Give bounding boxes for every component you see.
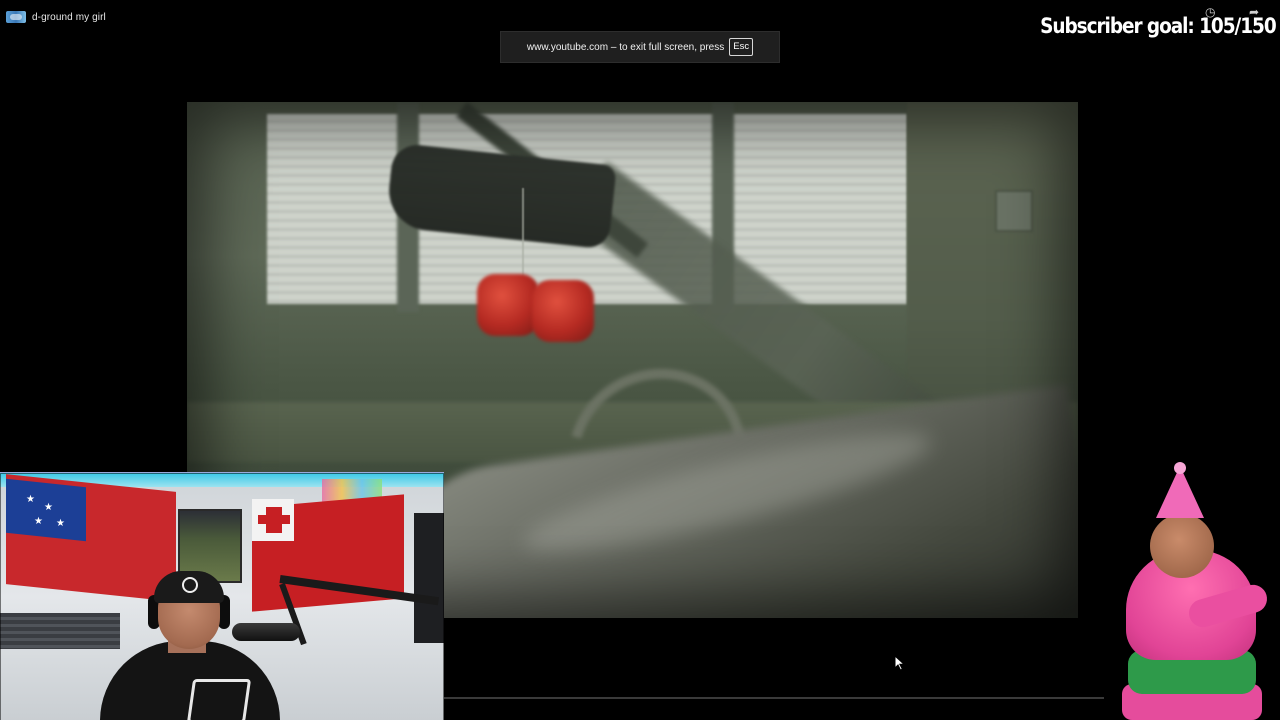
flag-star-icon: ★: [34, 516, 43, 527]
window-title: d-ground my girl: [32, 11, 106, 23]
character-head: [1150, 514, 1214, 578]
party-hat-pom: [1174, 462, 1186, 474]
webcam-feed: ★ ★ ★ ★: [0, 472, 444, 720]
webcam-window-blinds: [0, 613, 120, 649]
flag-star-icon: ★: [56, 518, 65, 529]
microphone-icon: [232, 623, 300, 641]
video-progress-bar[interactable]: [444, 697, 1104, 699]
pink-character-overlay: [1098, 462, 1280, 720]
esc-key-badge: Esc: [729, 38, 754, 56]
tonga-flag-cross: [258, 515, 290, 524]
fullscreen-notice-text: www.youtube.com – to exit full screen, p…: [526, 41, 725, 53]
flag-star-icon: ★: [26, 494, 35, 505]
webcam-dark-panel: [414, 513, 444, 643]
arrow-cursor-icon: [894, 655, 906, 671]
app-icon: [6, 11, 26, 23]
cap-logo-icon: [182, 577, 198, 593]
fullscreen-notice: www.youtube.com – to exit full screen, p…: [500, 31, 780, 63]
flag-star-icon: ★: [44, 502, 53, 513]
window-title-bar: d-ground my girl: [6, 9, 106, 25]
subscriber-goal-text: Subscriber goal: 105/150: [1040, 14, 1277, 38]
screen: d-ground my girl www.youtube.com – to ex…: [0, 0, 1280, 720]
shirt-logo: [186, 679, 252, 720]
